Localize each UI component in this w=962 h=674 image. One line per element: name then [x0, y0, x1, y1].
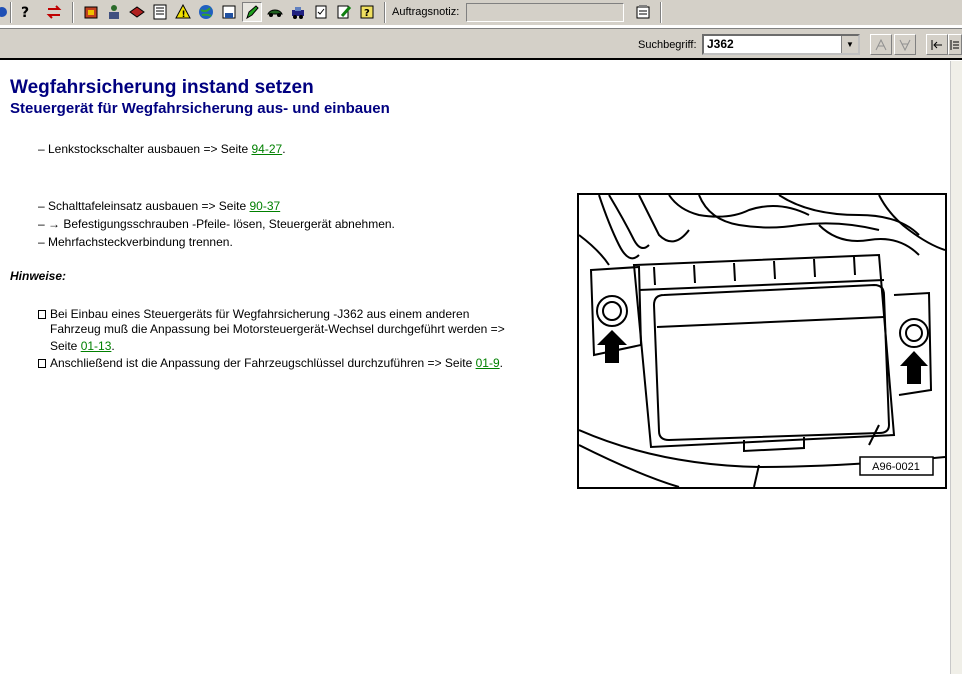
save-icon[interactable] — [219, 2, 239, 22]
page-title: Wegfahrsicherung instand setzen — [10, 77, 314, 98]
auftragsnotiz-field[interactable] — [466, 3, 624, 22]
step-item: – Lenkstockschalter ausbauen => Seite 94… — [38, 142, 286, 156]
checklist-icon[interactable] — [311, 2, 331, 22]
svg-text:?: ? — [21, 5, 29, 20]
svg-text:!: ! — [182, 10, 186, 20]
car-icon[interactable] — [265, 2, 285, 22]
document-icon[interactable] — [150, 2, 170, 22]
auftragsnotiz-label: Auftragsnotiz: — [392, 6, 460, 18]
search-next-icon[interactable] — [894, 34, 916, 55]
note-help-icon[interactable]: ? — [357, 2, 377, 22]
main-toolbar: ? ! ? Auftragsnotiz: — [0, 0, 962, 26]
bullet-square-icon — [38, 310, 46, 320]
search-prev-icon[interactable] — [870, 34, 892, 55]
note-item-continued: Seite 01-13. — [50, 339, 115, 353]
box-icon[interactable] — [81, 2, 101, 22]
arrow-right-icon — [900, 351, 928, 384]
edit-icon[interactable] — [334, 2, 354, 22]
globe-icon[interactable] — [196, 2, 216, 22]
warning-icon[interactable]: ! — [173, 2, 193, 22]
hinweise-heading: Hinweise: — [10, 269, 67, 283]
step-item: – → Befestigungsschrauben -Pfeile- lösen… — [38, 217, 395, 231]
page-link-01-13[interactable]: 01-13 — [81, 339, 112, 353]
note-item: Anschließend ist die Anpassung der Fahrz… — [38, 356, 503, 370]
vehicle-icon[interactable] — [288, 2, 308, 22]
note-item-continued: Fahrzeug muß die Anpassung bei Motorsteu… — [50, 322, 505, 336]
figure-label: A96-0021 — [872, 461, 920, 473]
page-link-94-27[interactable]: 94-27 — [251, 142, 282, 156]
toolbar-separator — [72, 2, 74, 23]
person-icon[interactable] — [104, 2, 124, 22]
toolbar-separator — [660, 2, 662, 23]
search-combo[interactable]: J362 ▼ — [702, 34, 860, 55]
pen-icon[interactable] — [242, 2, 262, 22]
note-item: Bei Einbau eines Steuergeräts für Wegfah… — [38, 307, 469, 321]
step-item: – Schalttafeleinsatz ausbauen => Seite 9… — [38, 199, 281, 213]
notepad-icon[interactable] — [633, 2, 653, 22]
page-link-01-9[interactable]: 01-9 — [476, 356, 500, 370]
toolbar-separator — [384, 2, 386, 23]
swap-icon[interactable] — [44, 2, 64, 22]
page-link-90-37[interactable]: 90-37 — [249, 199, 280, 213]
collapse-left-icon[interactable] — [926, 34, 948, 55]
svg-text:?: ? — [364, 8, 370, 19]
arrow-left-icon — [597, 330, 627, 363]
help-icon[interactable]: ? — [15, 2, 35, 22]
chevron-down-icon[interactable]: ▼ — [841, 36, 858, 53]
step-item: – Mehrfachsteckverbindung trennen. — [38, 235, 233, 249]
bullet-square-icon — [38, 359, 46, 369]
back-icon[interactable] — [0, 2, 8, 22]
book-icon[interactable] — [127, 2, 147, 22]
page-subtitle: Steuergerät für Wegfahrsicherung aus- un… — [10, 100, 390, 117]
vertical-scrollbar[interactable] — [950, 61, 962, 674]
toolbar-separator — [10, 2, 12, 23]
technical-illustration: A96-0021 — [577, 193, 947, 489]
collapse-right-icon[interactable] — [948, 34, 962, 55]
search-value: J362 — [707, 37, 734, 51]
search-label: Suchbegriff: — [638, 39, 697, 51]
illustration-drawing: A96-0021 — [579, 195, 945, 487]
